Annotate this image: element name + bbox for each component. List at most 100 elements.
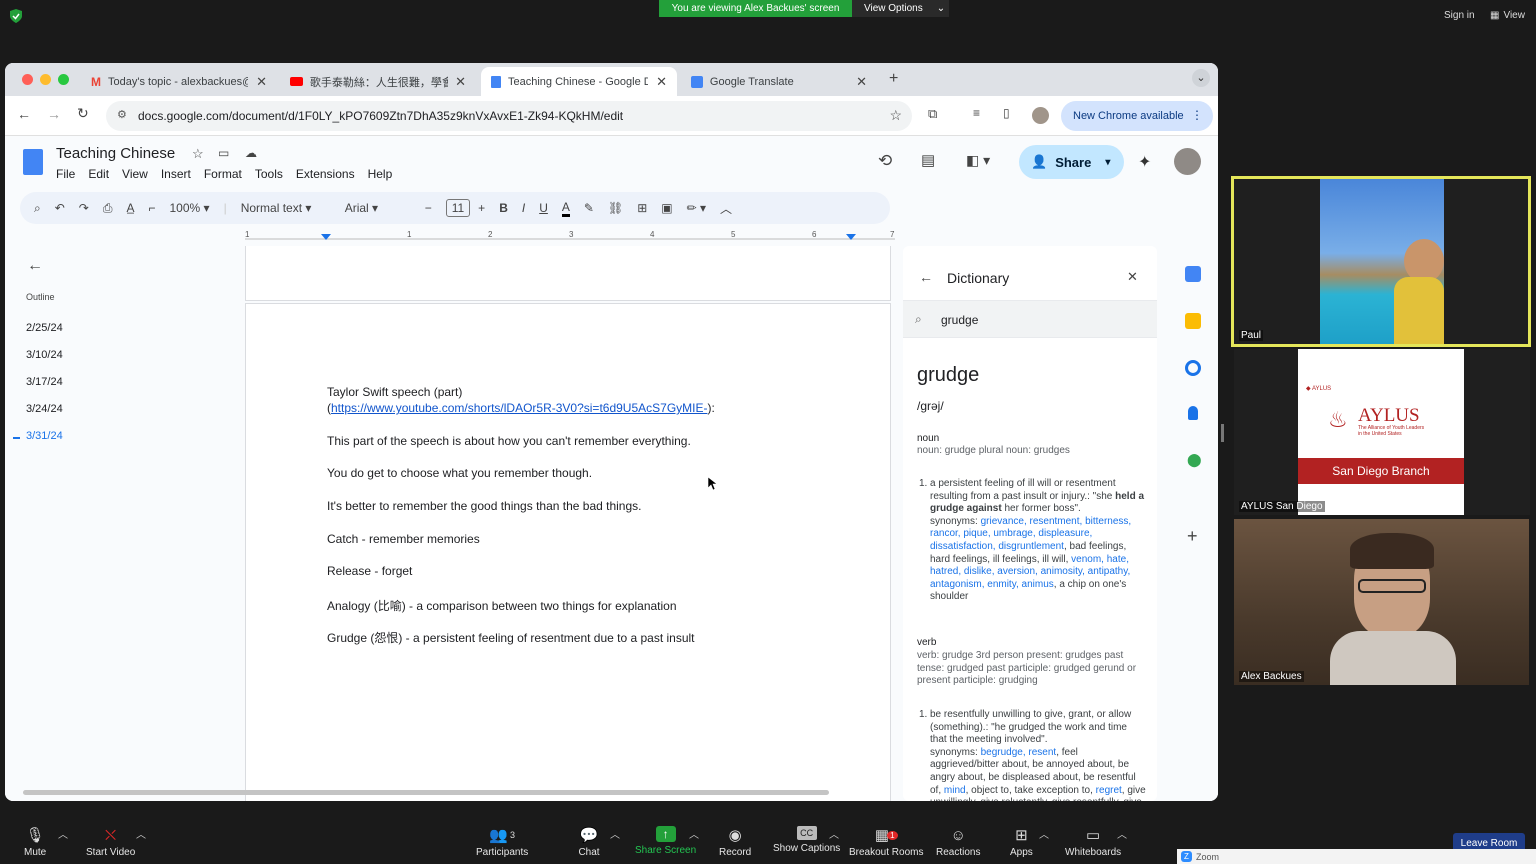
close-icon[interactable]: ✕ [256,74,267,90]
participants-button[interactable]: 👥 3 Participants [476,826,528,858]
captions-options-chevron-icon[interactable]: ︿ [829,826,839,841]
video-tile-paul[interactable]: Paul [1231,176,1531,347]
tab-search-chevron-icon[interactable]: ⌄ [1192,69,1210,87]
youtube-link[interactable]: https://www.youtube.com/shorts/lDAOr5R-3… [331,401,707,415]
search-menus-icon[interactable]: ⌕ [34,201,41,216]
menu-tools[interactable]: Tools [255,167,283,181]
increase-font-icon[interactable]: + [478,201,485,215]
tab-gmail[interactable]: M Today's topic - alexbackues@ ✕ [81,67,277,96]
share-options-chevron-icon[interactable]: ︿ [689,826,699,841]
synonym-links[interactable]: mind [944,785,966,796]
close-icon[interactable]: ✕ [856,74,867,90]
reactions-button[interactable]: ☺ Reactions [936,826,980,859]
chat-button[interactable]: 💬 Chat [578,826,600,858]
video-options-chevron-icon[interactable]: ︿ [136,826,146,841]
outline-item[interactable]: 3/24/24 [26,403,63,415]
site-info-icon[interactable]: ⚙ [117,108,127,121]
text-color-icon[interactable]: A [561,200,570,217]
apps-button[interactable]: ⊞ Apps [1010,826,1033,858]
media-icon[interactable]: ≡ [973,106,980,120]
mute-button[interactable]: 🎙 Mute [24,826,46,858]
share-screen-button[interactable]: ↑ Share Screen [635,826,696,856]
dictionary-search-input[interactable]: ⌕ grudge [903,300,1157,338]
view-button[interactable]: ▦ View [1490,10,1525,21]
tab-teaching-chinese[interactable]: Teaching Chinese - Google D ✕ [481,67,677,96]
outline-item[interactable]: 3/10/24 [26,349,63,361]
share-dropdown-icon[interactable]: ▾ [1105,157,1110,168]
move-folder-icon[interactable]: ▭ [218,146,229,160]
page-current[interactable]: Taylor Swift speech (part) (https://www.… [245,303,891,801]
view-options-button[interactable]: View Options ⌄ [852,0,949,17]
meet-video-icon[interactable]: ◧ ▾ [966,152,990,169]
close-icon[interactable]: ✕ [1127,269,1138,285]
docs-logo-icon[interactable] [23,149,43,175]
share-button[interactable]: 👤 Share ▾ [1019,145,1124,179]
mute-options-chevron-icon[interactable]: ︿ [58,826,68,841]
whiteboards-options-chevron-icon[interactable]: ︿ [1117,826,1127,841]
breakout-rooms-button[interactable]: ▦ 1 Breakout Rooms [849,826,923,858]
style-select[interactable]: Normal text ▾ [241,201,331,215]
tab-google-translate[interactable]: Google Translate ✕ [681,67,877,96]
menu-dots-icon[interactable]: ⋮ [1191,108,1203,122]
account-avatar[interactable] [1174,148,1201,175]
redo-icon[interactable]: ↷ [79,201,89,215]
menu-file[interactable]: File [56,167,75,181]
close-outline-arrow-icon[interactable]: ← [27,257,43,275]
extensions-icon[interactable]: ⧉ [928,106,937,122]
history-icon[interactable]: ⟲ [878,151,892,171]
horizontal-scrollbar[interactable] [23,790,829,795]
minimize-window-dot[interactable] [40,74,51,85]
editing-mode-icon[interactable]: ✏ ▾ [687,201,706,215]
menu-insert[interactable]: Insert [161,167,191,181]
outline-item-active[interactable]: 3/31/24 [26,430,63,442]
font-size-input[interactable]: 11 [445,199,471,217]
insert-link-icon[interactable]: ⛓ [608,201,623,215]
maps-pin-icon[interactable]: ⬤ [1187,452,1202,468]
bold-icon[interactable]: B [499,201,508,215]
apps-options-chevron-icon[interactable]: ︿ [1039,826,1049,841]
reload-icon[interactable]: ↻ [77,105,89,122]
menu-format[interactable]: Format [204,167,242,181]
outline-item[interactable]: 3/17/24 [26,376,63,388]
add-comment-icon[interactable]: ⊞ [637,201,647,215]
forward-arrow-icon[interactable]: → [47,106,61,122]
keep-icon[interactable] [1185,313,1201,329]
menu-view[interactable]: View [122,167,148,181]
undo-icon[interactable]: ↶ [55,201,65,215]
get-addons-plus-icon[interactable]: + [1187,526,1198,547]
gemini-sparkle-icon[interactable]: ✦ [1138,152,1151,172]
profile-avatar[interactable] [1032,107,1049,124]
decrease-font-icon[interactable]: − [425,201,432,215]
zoom-select[interactable]: 100% ▾ [170,201,210,215]
menu-extensions[interactable]: Extensions [296,167,355,181]
close-icon[interactable]: ✕ [455,74,466,90]
record-button[interactable]: ◉ Record [719,826,751,858]
contacts-icon[interactable] [1188,406,1198,420]
back-arrow-icon[interactable]: ← [17,106,31,122]
chat-options-chevron-icon[interactable]: ︿ [610,826,620,841]
tasks-icon[interactable] [1185,360,1201,376]
close-icon[interactable]: ✕ [656,74,667,90]
new-chrome-button[interactable]: New Chrome available ⋮ [1061,101,1213,131]
start-video-button[interactable]: ⛌ Start Video [86,826,135,859]
maximize-window-dot[interactable] [58,74,69,85]
insert-image-icon[interactable]: ▣ [661,201,672,215]
synonym-links[interactable]: begrudge, resent [981,747,1057,758]
sign-in-button[interactable]: Sign in [1444,10,1475,21]
bookmark-star-icon[interactable]: ☆ [889,107,902,124]
paint-format-icon[interactable]: ⌐ [148,201,155,215]
close-window-dot[interactable] [22,74,33,85]
collapse-toolbar-icon[interactable]: ︿ [720,200,732,217]
calendar-icon[interactable] [1185,266,1201,282]
whiteboards-button[interactable]: ▭ Whiteboards [1065,826,1121,858]
italic-icon[interactable]: I [522,201,525,215]
new-tab-plus-icon[interactable]: + [889,70,898,88]
print-icon[interactable]: ⎙ [103,201,113,216]
outline-item[interactable]: 2/25/24 [26,322,63,334]
video-tile-aylus[interactable]: ◆ AYLUS ♨ AYLUS The Alliance of Youth Le… [1234,349,1530,515]
doc-title[interactable]: Teaching Chinese [56,145,175,162]
resize-handle[interactable] [1221,424,1224,442]
menu-help[interactable]: Help [368,167,393,181]
side-panel-icon[interactable]: ▯ [1003,106,1010,120]
url-field[interactable]: ⚙ docs.google.com/document/d/1F0LY_kPO76… [106,101,912,131]
